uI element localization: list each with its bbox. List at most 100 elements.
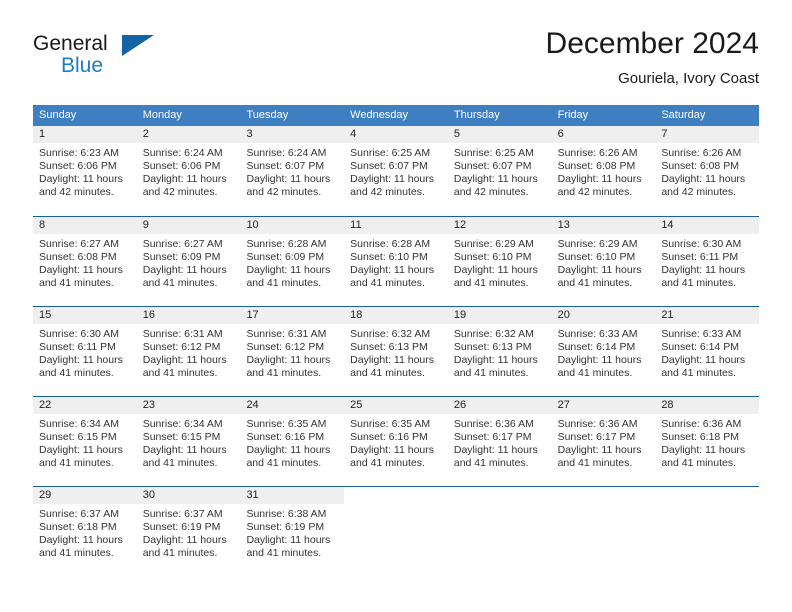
day-number: 2 bbox=[136, 126, 241, 143]
day-info: Sunrise: 6:25 AM Sunset: 6:07 PM Daylight:… bbox=[448, 143, 552, 199]
calendar-day-cell[interactable]: 30 Sunrise: 6:37 AM Sunset: 6:19 PM Dayligh… bbox=[136, 487, 241, 576]
page-title: December 2024 bbox=[545, 27, 759, 60]
sunrise-text: Sunrise: 6:29 AM bbox=[557, 238, 638, 250]
day-number: 24 bbox=[240, 397, 345, 414]
daylight-text-line1: Daylight: 11 hours bbox=[246, 444, 331, 456]
day-number: 29 bbox=[33, 487, 137, 504]
day-number: 21 bbox=[655, 307, 760, 324]
weekday-header-sunday: Sunday bbox=[39, 109, 77, 121]
sunrise-text: Sunrise: 6:36 AM bbox=[557, 418, 638, 430]
daylight-text-line2: and 41 minutes. bbox=[557, 457, 633, 469]
sunset-text: Sunset: 6:14 PM bbox=[661, 341, 739, 353]
calendar-day-cell[interactable]: 17 Sunrise: 6:31 AM Sunset: 6:12 PM Dayligh… bbox=[240, 307, 345, 396]
daylight-text-line2: and 41 minutes. bbox=[246, 547, 322, 559]
daylight-text-line1: Daylight: 11 hours bbox=[557, 354, 642, 366]
daylight-text-line1: Daylight: 11 hours bbox=[350, 354, 435, 366]
calendar-day-cell[interactable]: 15 Sunrise: 6:30 AM Sunset: 6:11 PM Dayligh… bbox=[33, 307, 137, 396]
daylight-text-line2: and 42 minutes. bbox=[142, 186, 218, 198]
day-info bbox=[448, 504, 552, 508]
sunrise-text: Sunrise: 6:24 AM bbox=[246, 147, 327, 159]
sunset-text: Sunset: 6:12 PM bbox=[142, 341, 221, 353]
calendar-day-cell[interactable]: 5 Sunrise: 6:25 AM Sunset: 6:07 PM Daylight… bbox=[447, 126, 552, 216]
daylight-text-line2: and 41 minutes. bbox=[661, 277, 737, 289]
calendar-day-cell[interactable]: 23 Sunrise: 6:34 AM Sunset: 6:15 PM Dayligh… bbox=[136, 397, 241, 486]
calendar-day-cell[interactable]: 18 Sunrise: 6:32 AM Sunset: 6:13 PM Dayligh… bbox=[344, 307, 448, 396]
calendar-day-cell[interactable]: 11 Sunrise: 6:28 AM Sunset: 6:10 PM Dayligh… bbox=[344, 217, 448, 306]
sunrise-text: Sunrise: 6:33 AM bbox=[661, 328, 742, 340]
day-info: Sunrise: 6:33 AM Sunset: 6:14 PM Daylight:… bbox=[552, 324, 656, 380]
day-info: Sunrise: 6:36 AM Sunset: 6:17 PM Daylight:… bbox=[448, 414, 552, 470]
sunset-text: Sunset: 6:13 PM bbox=[453, 341, 532, 353]
calendar-day-cell[interactable]: 24 Sunrise: 6:35 AM Sunset: 6:16 PM Dayligh… bbox=[240, 397, 345, 486]
calendar-day-cell[interactable]: 26 Sunrise: 6:36 AM Sunset: 6:17 PM Dayligh… bbox=[447, 397, 552, 486]
daylight-text-line1: Daylight: 11 hours bbox=[142, 444, 227, 456]
day-info: Sunrise: 6:33 AM Sunset: 6:14 PM Daylight:… bbox=[655, 324, 759, 380]
calendar-day-cell[interactable]: 7 Sunrise: 6:26 AM Sunset: 6:08 PM Daylight… bbox=[655, 126, 760, 216]
day-number: 1 bbox=[33, 126, 137, 143]
brand-logo[interactable]: General Blue bbox=[33, 32, 163, 88]
day-info: Sunrise: 6:36 AM Sunset: 6:17 PM Daylight:… bbox=[552, 414, 656, 470]
calendar-day-cell[interactable]: 14 Sunrise: 6:30 AM Sunset: 6:11 PM Dayligh… bbox=[655, 217, 760, 306]
calendar-day-cell[interactable]: 19 Sunrise: 6:32 AM Sunset: 6:13 PM Dayligh… bbox=[447, 307, 552, 396]
day-info: Sunrise: 6:25 AM Sunset: 6:07 PM Daylight:… bbox=[344, 143, 448, 199]
day-info bbox=[552, 504, 656, 508]
day-number: 12 bbox=[447, 217, 552, 234]
daylight-text-line1: Daylight: 11 hours bbox=[661, 264, 746, 276]
sunrise-text: Sunrise: 6:25 AM bbox=[453, 147, 534, 159]
calendar-day-cell[interactable]: 10 Sunrise: 6:28 AM Sunset: 6:09 PM Dayligh… bbox=[240, 217, 345, 306]
calendar-day-cell[interactable]: 9 Sunrise: 6:27 AM Sunset: 6:09 PM Daylight… bbox=[136, 217, 241, 306]
daylight-text-line2: and 42 minutes. bbox=[661, 186, 737, 198]
calendar-day-cell[interactable]: 27 Sunrise: 6:36 AM Sunset: 6:17 PM Dayligh… bbox=[551, 397, 656, 486]
sunrise-text: Sunrise: 6:28 AM bbox=[350, 238, 431, 250]
calendar-day-cell[interactable]: 8 Sunrise: 6:27 AM Sunset: 6:08 PM Daylight… bbox=[33, 217, 137, 306]
sunset-text: Sunset: 6:06 PM bbox=[142, 160, 221, 172]
calendar-day-cell[interactable]: 6 Sunrise: 6:26 AM Sunset: 6:08 PM Daylight… bbox=[551, 126, 656, 216]
day-number: 9 bbox=[136, 217, 241, 234]
sunrise-text: Sunrise: 6:37 AM bbox=[39, 508, 119, 520]
day-number: 27 bbox=[551, 397, 656, 414]
daylight-text-line1: Daylight: 11 hours bbox=[39, 264, 123, 276]
daylight-text-line2: and 42 minutes. bbox=[246, 186, 322, 198]
sunrise-text: Sunrise: 6:37 AM bbox=[142, 508, 223, 520]
sunset-text: Sunset: 6:19 PM bbox=[142, 521, 221, 533]
daylight-text-line1: Daylight: 11 hours bbox=[661, 444, 746, 456]
sunrise-text: Sunrise: 6:30 AM bbox=[661, 238, 742, 250]
day-number: 31 bbox=[240, 487, 345, 504]
calendar-day-cell[interactable]: 4 Sunrise: 6:25 AM Sunset: 6:07 PM Daylight… bbox=[344, 126, 448, 216]
calendar-day-cell[interactable]: 2 Sunrise: 6:24 AM Sunset: 6:06 PM Daylight… bbox=[136, 126, 241, 216]
sunrise-text: Sunrise: 6:34 AM bbox=[39, 418, 119, 430]
sunrise-text: Sunrise: 6:27 AM bbox=[142, 238, 223, 250]
daylight-text-line2: and 41 minutes. bbox=[39, 277, 114, 289]
calendar-day-cell[interactable]: 29 Sunrise: 6:37 AM Sunset: 6:18 PM Dayligh… bbox=[33, 487, 137, 576]
calendar-day-cell[interactable]: 1 Sunrise: 6:23 AM Sunset: 6:06 PM Daylight… bbox=[33, 126, 137, 216]
day-number: 8 bbox=[33, 217, 137, 234]
sunrise-text: Sunrise: 6:24 AM bbox=[142, 147, 223, 159]
daylight-text-line1: Daylight: 11 hours bbox=[246, 173, 331, 185]
sunrise-text: Sunrise: 6:35 AM bbox=[350, 418, 431, 430]
calendar-day-cell[interactable]: 21 Sunrise: 6:33 AM Sunset: 6:14 PM Dayligh… bbox=[655, 307, 760, 396]
day-info: Sunrise: 6:34 AM Sunset: 6:15 PM Daylight:… bbox=[33, 414, 137, 470]
daylight-text-line2: and 41 minutes. bbox=[39, 457, 114, 469]
calendar-day-cell[interactable]: 22 Sunrise: 6:34 AM Sunset: 6:15 PM Dayligh… bbox=[33, 397, 137, 486]
daylight-text-line2: and 41 minutes. bbox=[453, 277, 529, 289]
calendar-day-cell[interactable]: 12 Sunrise: 6:29 AM Sunset: 6:10 PM Dayligh… bbox=[447, 217, 552, 306]
daylight-text-line1: Daylight: 11 hours bbox=[142, 264, 227, 276]
daylight-text-line1: Daylight: 11 hours bbox=[39, 534, 123, 546]
calendar-day-cell[interactable]: 20 Sunrise: 6:33 AM Sunset: 6:14 PM Dayligh… bbox=[551, 307, 656, 396]
calendar-day-cell[interactable]: 13 Sunrise: 6:29 AM Sunset: 6:10 PM Dayligh… bbox=[551, 217, 656, 306]
calendar-day-cell[interactable]: 16 Sunrise: 6:31 AM Sunset: 6:12 PM Dayligh… bbox=[136, 307, 241, 396]
daylight-text-line1: Daylight: 11 hours bbox=[453, 354, 538, 366]
day-info: Sunrise: 6:38 AM Sunset: 6:19 PM Daylight:… bbox=[240, 504, 344, 560]
day-info: Sunrise: 6:36 AM Sunset: 6:18 PM Daylight:… bbox=[655, 414, 759, 470]
sunset-text: Sunset: 6:08 PM bbox=[39, 251, 117, 263]
day-number: 11 bbox=[344, 217, 448, 234]
page-header: General Blue December 2024 Gouriela, Ivo… bbox=[33, 26, 759, 98]
calendar-day-cell[interactable]: 25 Sunrise: 6:35 AM Sunset: 6:16 PM Dayligh… bbox=[344, 397, 448, 486]
calendar-day-cell[interactable]: 31 Sunrise: 6:38 AM Sunset: 6:19 PM Dayligh… bbox=[240, 487, 345, 576]
day-info: Sunrise: 6:30 AM Sunset: 6:11 PM Daylight:… bbox=[655, 234, 759, 290]
sunrise-text: Sunrise: 6:23 AM bbox=[39, 147, 119, 159]
calendar-day-cell[interactable]: 3 Sunrise: 6:24 AM Sunset: 6:07 PM Daylight… bbox=[240, 126, 345, 216]
daylight-text-line1: Daylight: 11 hours bbox=[142, 534, 227, 546]
title-block: December 2024 Gouriela, Ivory Coast bbox=[546, 26, 759, 89]
calendar-day-cell[interactable]: 28 Sunrise: 6:36 AM Sunset: 6:18 PM Dayligh… bbox=[655, 397, 760, 486]
